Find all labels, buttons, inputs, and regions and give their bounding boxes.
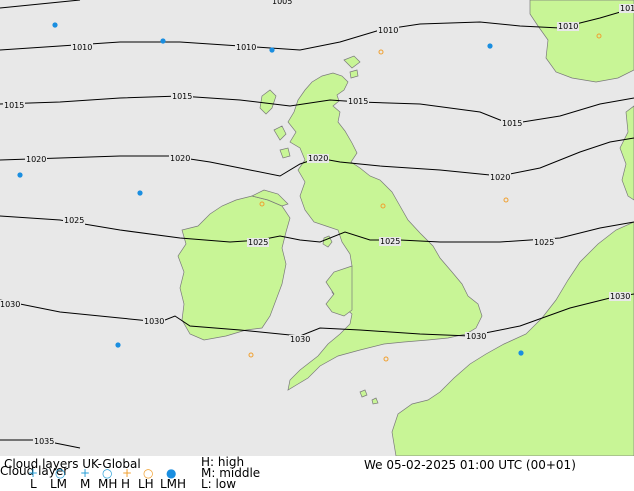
isobar-label-1030: 1030	[290, 335, 310, 344]
isobar-label-1030: 1030	[610, 292, 630, 301]
legend-low: L: low	[201, 477, 237, 491]
isobar-label-1020: 1020	[490, 173, 510, 182]
station-lmh-marker[interactable]	[160, 38, 166, 44]
isobar-label-1010: 1010	[236, 43, 256, 52]
isobar-label-1015: 1015	[348, 97, 368, 106]
isobar-label-1025: 1025	[534, 238, 554, 247]
legend-code-l: L	[30, 477, 37, 491]
legend-code-lh: LH	[138, 477, 154, 491]
isobar-label-1015: 1015	[502, 119, 522, 128]
isobar-label-1030: 1030	[0, 300, 20, 309]
isobar-label-1025: 1025	[64, 216, 84, 225]
isobar-label-1030: 1030	[466, 332, 486, 341]
legend-code-m: M	[80, 477, 91, 491]
station-lmh-marker[interactable]	[269, 47, 275, 53]
isobar-label-1015: 1015	[172, 92, 192, 101]
legend-code-mh: MH	[98, 477, 118, 491]
station-lmh-marker[interactable]	[52, 22, 58, 28]
isobar-label-1025: 1025	[380, 237, 400, 246]
isobar-label-1005: 1005	[272, 0, 292, 6]
isobar-label-1020: 1020	[170, 154, 190, 163]
isobar-label-1010: 1010	[378, 26, 398, 35]
isobar-label-1010: 1010	[72, 43, 92, 52]
station-lmh-marker[interactable]	[137, 190, 143, 196]
weather-map[interactable]: 1005 1010 1010 1010 1010 1010 1015 1015 1015 1015…	[0, 0, 634, 456]
isobar-label-1035: 1035	[34, 437, 54, 446]
isobar-label-1025: 1025	[248, 238, 268, 247]
forecast-datetime: We 05-02-2025 01:00 UTC (00+01)	[364, 458, 576, 472]
legend-code-h: H	[121, 477, 131, 491]
station-lmh-marker[interactable]	[17, 172, 23, 178]
map-viewer: 1005 1010 1010 1010 1010 1010 1015 1015 1015 1015…	[0, 0, 634, 491]
legend-code-lmh: LMH	[160, 477, 187, 491]
isobar-label-1030: 1030	[144, 317, 164, 326]
station-lmh-marker[interactable]	[487, 43, 493, 49]
legend-code-lm: LM	[50, 477, 68, 491]
footer-bar: Cloud layers UK-Global Cloud layer + ○ +…	[0, 456, 634, 491]
isobar-label-1020: 1020	[308, 154, 328, 163]
station-lmh-marker[interactable]	[115, 342, 121, 348]
isobar-label-1010: 1010	[620, 4, 634, 13]
isobar-label-1015: 1015	[4, 101, 24, 110]
isobar-label-1020: 1020	[26, 155, 46, 164]
station-lmh-marker[interactable]	[518, 350, 524, 356]
isobar-label-1010: 1010	[558, 22, 578, 31]
